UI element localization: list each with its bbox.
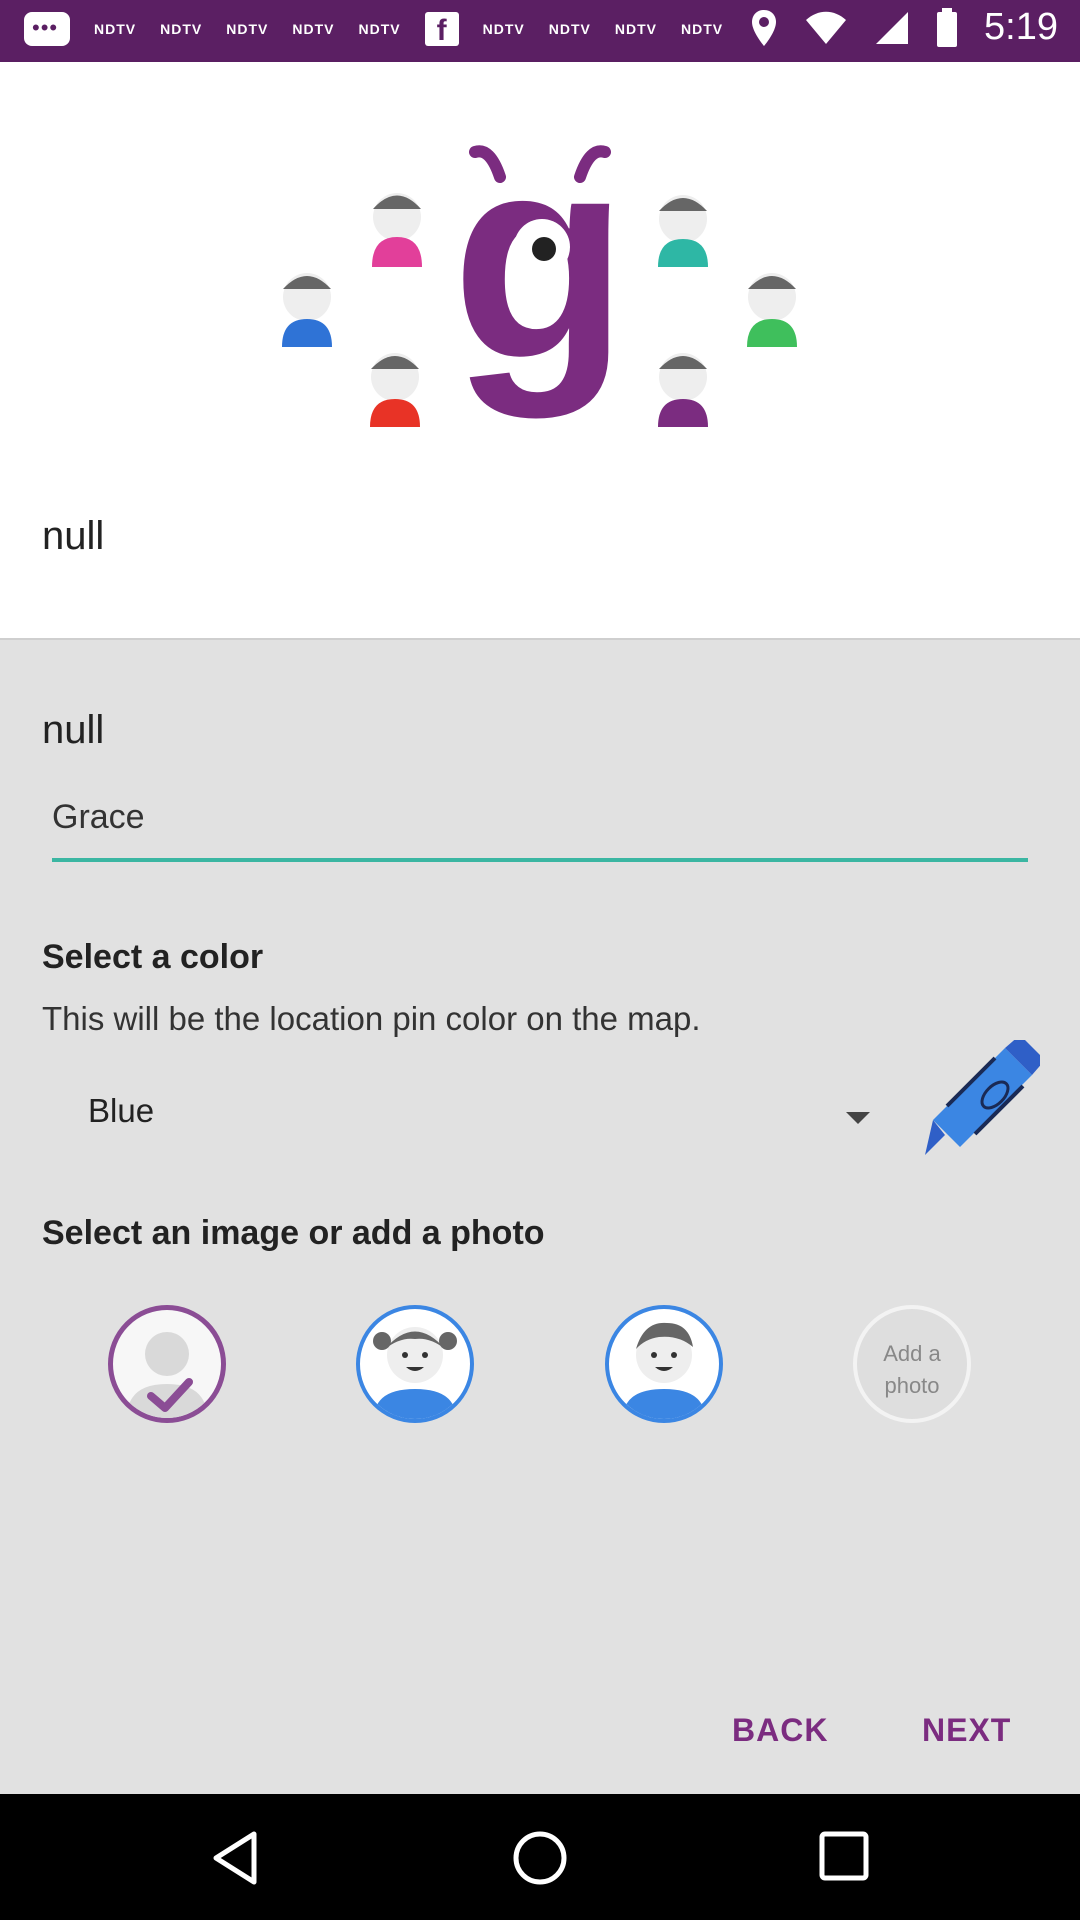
- battery-icon: [937, 7, 958, 47]
- wifi-icon: [806, 11, 847, 44]
- add-photo-button[interactable]: Add a photo: [853, 1305, 971, 1423]
- name-input-value: Grace: [52, 798, 145, 836]
- avatar-check-icon: [127, 1332, 207, 1418]
- girl-avatar-icon: [373, 1327, 457, 1419]
- boy-avatar-icon: [623, 1322, 705, 1419]
- name-label: null: [42, 708, 105, 752]
- ndtv-icon: NDTV: [482, 21, 525, 37]
- ndtv-icon: NDTV: [292, 21, 335, 37]
- back-nav-icon[interactable]: [210, 1830, 260, 1886]
- header-title: null: [42, 514, 105, 558]
- name-input[interactable]: Grace: [52, 790, 1028, 862]
- avatar-option-default[interactable]: [108, 1305, 226, 1423]
- ndtv-icon: NDTV: [94, 21, 137, 37]
- avatar-option-boy[interactable]: [605, 1305, 723, 1423]
- person-teal-icon: [658, 195, 708, 267]
- ndtv-icon: NDTV: [548, 21, 591, 37]
- notification-icons: NDTV NDTV NDTV NDTV NDTV f NDTV NDTV NDT…: [24, 12, 724, 47]
- add-photo-label-line1: Add a: [883, 1341, 941, 1366]
- add-photo-label-line2: photo: [884, 1373, 940, 1398]
- ndtv-icon: NDTV: [160, 21, 203, 37]
- clock: 5:19: [984, 6, 1058, 48]
- system-icons: 5:19: [750, 6, 1058, 49]
- g-logo-icon: g: [451, 137, 628, 420]
- back-button[interactable]: BACK: [732, 1712, 828, 1749]
- avatar-picker: Add a photo: [0, 1305, 1080, 1435]
- location-icon: [752, 9, 777, 46]
- recents-nav-icon[interactable]: [818, 1830, 870, 1882]
- color-dropdown-value: Blue: [88, 1092, 155, 1129]
- person-blue-icon: [282, 273, 332, 347]
- select-color-description: This will be the location pin color on t…: [42, 1000, 701, 1037]
- chevron-down-icon: [846, 1112, 870, 1124]
- chat-icon: [24, 12, 70, 46]
- status-bar: NDTV NDTV NDTV NDTV NDTV f NDTV NDTV NDT…: [0, 0, 1080, 62]
- person-green-icon: [747, 273, 797, 347]
- select-color-heading: Select a color: [42, 938, 264, 976]
- svg-text:g: g: [451, 137, 628, 420]
- person-pink-icon: [372, 193, 422, 267]
- crayon-icon: [925, 1040, 1040, 1155]
- app-logo: g: [282, 137, 797, 427]
- ndtv-icon: NDTV: [614, 21, 657, 37]
- setup-form: null Grace Select a color This will be t…: [0, 640, 1080, 1794]
- person-red-icon: [370, 353, 420, 427]
- facebook-icon: f: [424, 12, 459, 47]
- system-navigation-bar: [0, 1794, 1080, 1920]
- next-button[interactable]: NEXT: [922, 1712, 1011, 1749]
- ndtv-icon: NDTV: [681, 21, 724, 37]
- color-dropdown[interactable]: Blue: [60, 1080, 870, 1150]
- ndtv-icon: NDTV: [358, 21, 401, 37]
- person-purple-icon: [658, 353, 708, 427]
- ndtv-icon: NDTV: [226, 21, 269, 37]
- signal-icon: [876, 11, 909, 44]
- home-nav-icon[interactable]: [512, 1830, 568, 1886]
- select-image-heading: Select an image or add a photo: [42, 1214, 545, 1252]
- header-card: g null: [0, 62, 1080, 640]
- avatar-option-girl[interactable]: [356, 1305, 474, 1423]
